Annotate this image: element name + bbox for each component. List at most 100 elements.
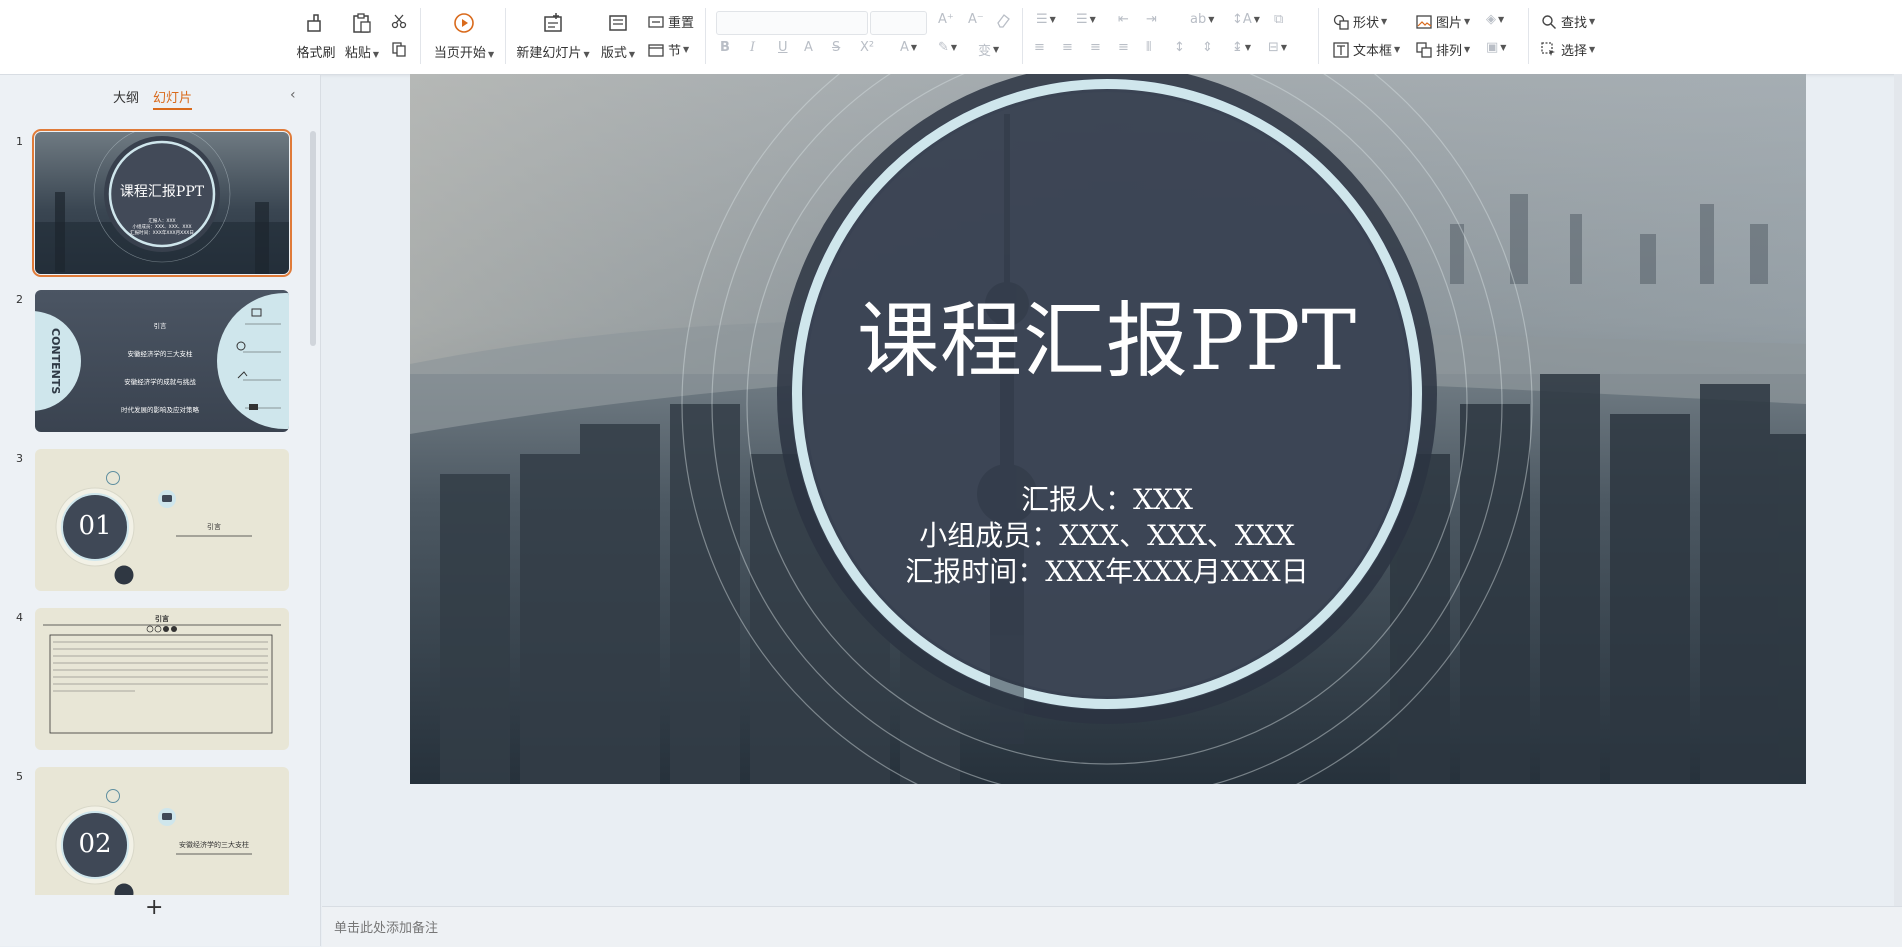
font-family-select[interactable]	[716, 11, 868, 35]
columns-icon[interactable]: ⫴	[1146, 40, 1151, 55]
superscript-icon[interactable]: X²	[860, 40, 874, 55]
thumb2-toc: 引言 安徽经济学的三大支柱 安徽经济学的成就与挑战 时代发展的影响及应对策略	[95, 312, 225, 424]
ribbon-toolbar: 格式刷 粘贴 ▼ 当页开始 ▼ 新建幻灯片 ▼ 版式 ▼ 重置 节 ▼ A⁺ A…	[0, 0, 1902, 75]
italic-icon[interactable]: I	[750, 40, 755, 55]
separator	[1022, 8, 1023, 64]
decrease-indent-icon[interactable]: ⇤	[1118, 12, 1129, 27]
tab-outline[interactable]: 大纲	[113, 87, 139, 110]
find-button[interactable]: 查找 ▼	[1540, 12, 1595, 31]
play-current-label: 当页开始	[433, 46, 486, 61]
copy-button[interactable]	[390, 40, 411, 58]
search-icon	[1540, 13, 1558, 31]
justify-icon[interactable]: ≡	[1118, 40, 1129, 55]
align-left-icon[interactable]: ≡	[1034, 40, 1045, 55]
separator	[505, 8, 506, 64]
text-case-icon[interactable]: ab ▼	[1190, 12, 1214, 27]
format-painter-label: 格式刷	[296, 46, 336, 61]
line-spacing-icon[interactable]: ↕	[1174, 40, 1185, 55]
increase-indent-icon[interactable]: ⇥	[1146, 12, 1157, 27]
highlight-icon[interactable]: ✎ ▼	[938, 40, 957, 55]
reset-icon	[647, 13, 665, 31]
paste-label: 粘贴	[344, 46, 371, 61]
slide-thumbnail-4[interactable]: 引言	[35, 608, 289, 750]
slide-canvas[interactable]: 课程汇报PPT 汇报人：XXX 小组成员：XXX、XXX、XXX 汇报时间：XX…	[410, 74, 1806, 784]
tab-slides[interactable]: 幻灯片	[153, 87, 193, 110]
thumb2-toc-item: 安徽经济学的成就与挑战	[124, 378, 196, 386]
new-slide-icon	[540, 10, 566, 36]
report-time-text: 汇报时间：XXX年XXX月XXX日	[905, 555, 1309, 588]
copy-icon	[390, 40, 408, 58]
bold-icon[interactable]: B	[720, 40, 730, 55]
numbered-list-icon[interactable]: ☰ ▼	[1076, 12, 1096, 27]
font-grow-icon[interactable]: A⁺	[938, 12, 954, 27]
picture-label: 图片	[1436, 16, 1463, 31]
layout-dropdown-icon[interactable]: ▼	[629, 50, 635, 59]
picture-icon	[1415, 13, 1433, 31]
layout-button[interactable]: 版式 ▼	[598, 8, 638, 61]
thumb2-contents: CONTENTS	[49, 328, 62, 395]
outline-icon[interactable]: ▣ ▼	[1486, 40, 1506, 55]
thumb1-info: 汇报人：XXX 小组成员：XXX、XXX、XXX 汇报时间：XXX年XXX月XX…	[35, 219, 289, 237]
paste-dropdown-icon[interactable]: ▼	[373, 50, 379, 59]
slide-info-block[interactable]: 汇报人：XXX 小组成员：XXX、XXX、XXX 汇报时间：XXX年XXX月XX…	[707, 482, 1507, 590]
fill-icon[interactable]: ◈ ▼	[1486, 12, 1504, 27]
new-slide-button[interactable]: 新建幻灯片 ▼	[516, 8, 590, 61]
shape-button[interactable]: 形状 ▼	[1332, 12, 1387, 31]
convert-smartart-icon[interactable]: ⧉	[1274, 12, 1283, 27]
char-spacing-icon[interactable]: 变 ▼	[978, 40, 999, 59]
textbox-icon	[1332, 41, 1350, 59]
text-direction-icon[interactable]: ↕A ▼	[1232, 12, 1260, 27]
layout-label: 版式	[600, 46, 627, 61]
picture-button[interactable]: 图片 ▼	[1415, 12, 1470, 31]
slide-thumbnail-5[interactable]: 02 安徽经济学的三大支柱	[35, 767, 289, 895]
slide-number: 3	[16, 452, 23, 465]
strikethrough-icon[interactable]: A	[804, 40, 813, 55]
thumb5-number: 02	[78, 829, 112, 859]
notes-pane[interactable]: 单击此处添加备注	[322, 906, 1902, 947]
clear-format-icon[interactable]	[995, 12, 1011, 28]
para-settings-icon[interactable]: ↨ ▼	[1232, 40, 1251, 55]
play-icon	[451, 10, 477, 36]
section-icon	[647, 41, 665, 59]
thumb2-toc-item: 安徽经济学的三大支柱	[127, 350, 193, 358]
shadow-icon[interactable]: S	[832, 40, 840, 55]
slide-title[interactable]: 课程汇报PPT	[707, 274, 1507, 393]
reporter-text: 汇报人：XXX	[1021, 483, 1193, 516]
textbox-button[interactable]: 文本框 ▼	[1332, 40, 1400, 59]
find-label: 查找	[1561, 16, 1588, 31]
align-right-icon[interactable]: ≡	[1090, 40, 1101, 55]
bullet-list-icon[interactable]: ☰ ▼	[1036, 12, 1056, 27]
reset-button[interactable]: 重置	[647, 12, 694, 31]
arrange-button[interactable]: 排列 ▼	[1415, 40, 1470, 59]
paste-button[interactable]: 粘贴 ▼	[340, 8, 384, 61]
members-text: 小组成员：XXX、XXX、XXX	[919, 519, 1295, 552]
align-center-icon[interactable]: ≡	[1062, 40, 1073, 55]
slide-number: 2	[16, 293, 23, 306]
arrange-label: 排列	[1436, 44, 1463, 59]
slide-thumbnail-3[interactable]: 01 引言	[35, 449, 289, 591]
font-shrink-icon[interactable]: A⁻	[968, 12, 984, 27]
add-slide-button[interactable]: +	[145, 895, 163, 920]
section-button[interactable]: 节 ▼	[647, 40, 689, 59]
new-slide-dropdown-icon[interactable]: ▼	[583, 50, 589, 59]
cut-button[interactable]	[390, 12, 411, 30]
thumb3-label: 引言	[207, 523, 221, 531]
slide-thumbnail-1[interactable]: 课程汇报PPT 汇报人：XXX 小组成员：XXX、XXX、XXX 汇报时间：XX…	[32, 129, 292, 277]
font-color-icon[interactable]: A ▼	[900, 40, 917, 55]
text-box-align-icon[interactable]: ⊟ ▼	[1268, 40, 1287, 55]
section-label: 节	[668, 44, 682, 59]
play-current-button[interactable]: 当页开始 ▼	[433, 8, 494, 61]
paragraph-spacing-icon[interactable]: ⇕	[1202, 40, 1213, 55]
select-button[interactable]: 选择 ▼	[1540, 40, 1595, 59]
vertical-scrollbar[interactable]	[1894, 74, 1902, 906]
play-dropdown-icon[interactable]: ▼	[488, 50, 494, 59]
slide-background	[410, 74, 1806, 784]
thumbnail-scrollbar[interactable]	[310, 131, 316, 346]
thumb3-number: 01	[78, 511, 112, 541]
collapse-panel-icon[interactable]: ‹	[290, 87, 296, 103]
underline-icon[interactable]: U	[778, 40, 788, 55]
slide-thumbnail-2[interactable]: CONTENTS 引言 安徽经济学的三大支柱 安徽经济学的成就与挑战 时代发展的…	[35, 290, 289, 432]
thumb1-title: 课程汇报PPT	[119, 184, 205, 200]
format-painter-button[interactable]: 格式刷	[292, 8, 340, 61]
font-size-select[interactable]	[870, 11, 927, 35]
